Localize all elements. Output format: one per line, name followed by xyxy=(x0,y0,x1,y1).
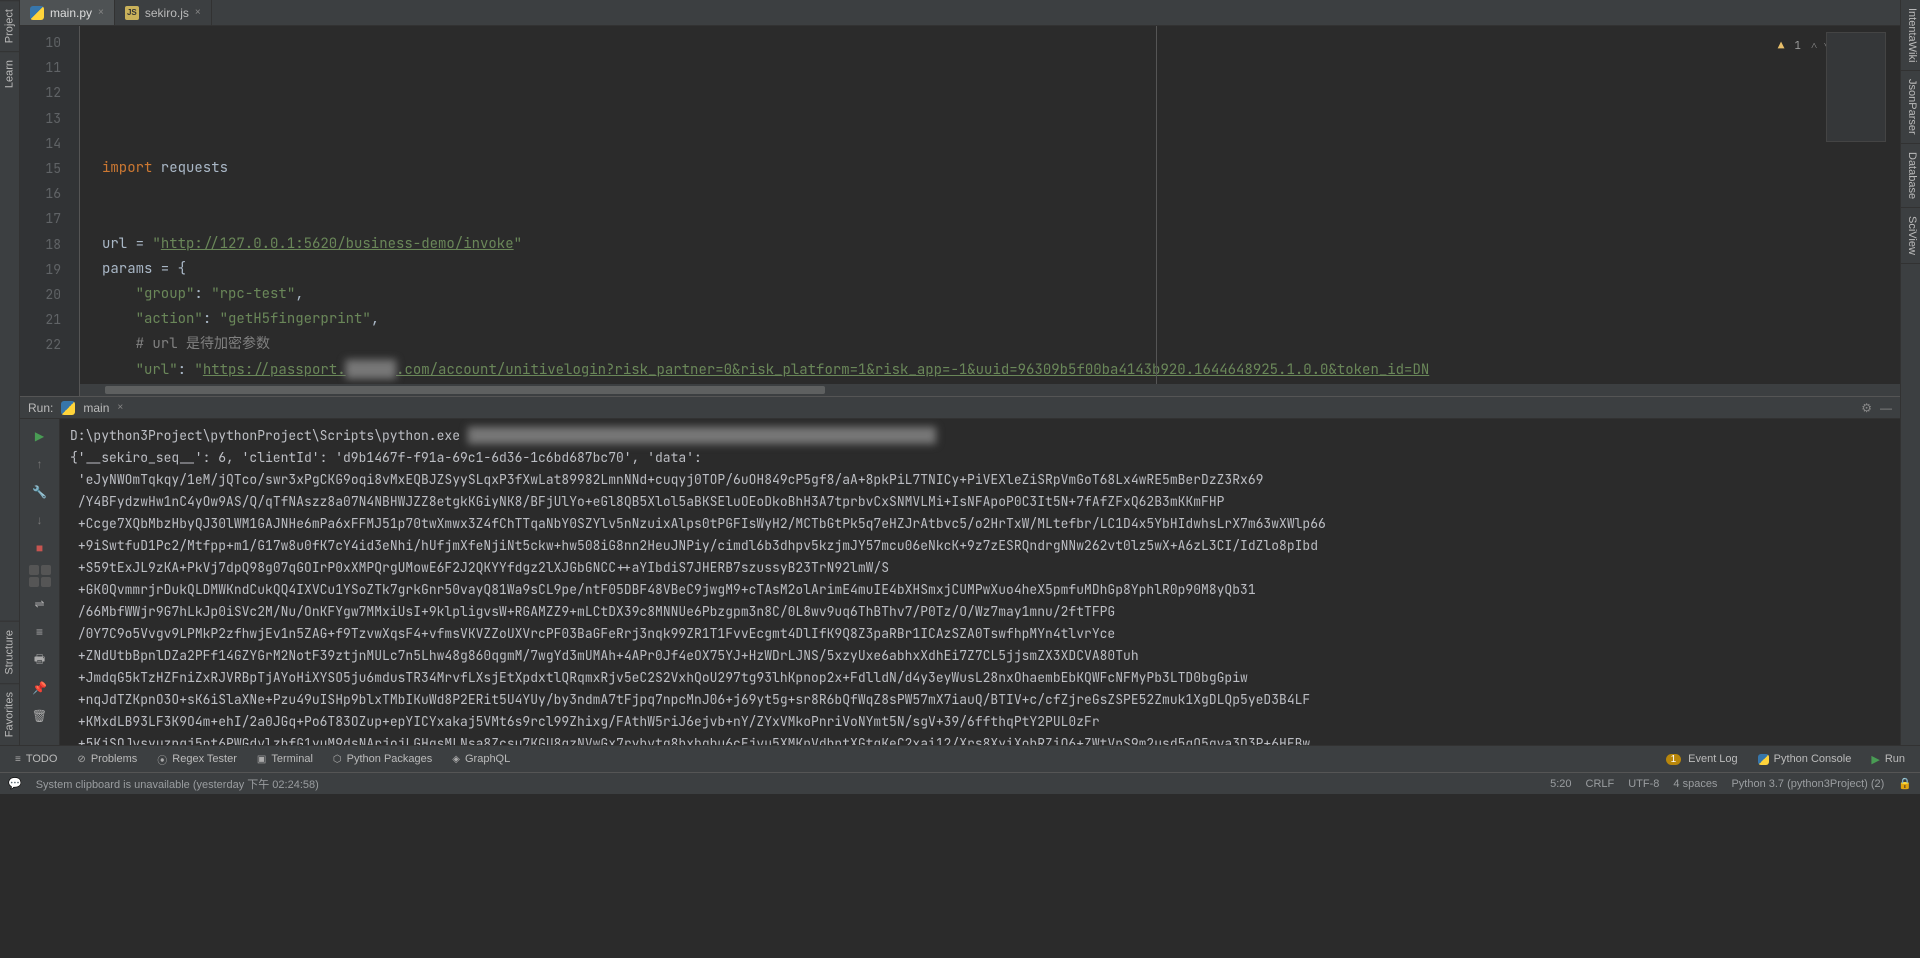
run-label: Run: xyxy=(28,401,53,415)
python-icon xyxy=(30,6,44,20)
warning-icon: ▲ xyxy=(1778,34,1785,59)
file-encoding[interactable]: UTF-8 xyxy=(1628,778,1659,790)
tool-project[interactable]: Project xyxy=(0,0,19,51)
gear-icon[interactable]: ⚙ xyxy=(1861,401,1872,415)
stop-button[interactable]: ■ xyxy=(28,537,52,559)
code-minimap[interactable] xyxy=(1826,32,1886,142)
readonly-lock-icon[interactable]: 🔒 xyxy=(1898,777,1912,790)
up-arrow-icon[interactable]: ↑ xyxy=(28,453,52,475)
editor-gutter: 10111213141516171819202122 xyxy=(20,26,80,396)
status-bar: 💬 System clipboard is unavailable (yeste… xyxy=(0,772,1920,794)
soft-wrap-button[interactable]: ⇌ xyxy=(28,593,52,615)
python-icon xyxy=(61,401,75,415)
tab-main-py[interactable]: main.py × xyxy=(20,0,115,25)
rerun-button[interactable]: ▶ xyxy=(28,425,52,447)
left-tool-sidebar: Project Learn Structure Favorites xyxy=(0,0,20,745)
right-margin-guide xyxy=(1156,26,1157,396)
clear-button[interactable]: 🗑 xyxy=(28,705,52,727)
run-toolbar: ▶ ↑ 🔧 ↓ ■ ⇌ ≡ 🖶 📌 🗑 xyxy=(20,419,60,745)
editor-area: 10111213141516171819202122 ▲ 1 ˄ ˅ impor… xyxy=(20,26,1900,396)
line-ending[interactable]: CRLF xyxy=(1586,778,1615,790)
python-icon xyxy=(1758,754,1769,765)
code-editor[interactable]: ▲ 1 ˄ ˅ import requestsurl = "http://127… xyxy=(80,26,1900,396)
down-arrow-icon[interactable]: ↓ xyxy=(28,509,52,531)
minimize-icon[interactable]: — xyxy=(1880,401,1892,415)
scroll-to-end-button[interactable]: ≡ xyxy=(28,621,52,643)
tool-wiki[interactable]: IntentaWiki xyxy=(1901,0,1920,71)
editor-tabs-bar: main.py × JS sekiro.js × xyxy=(20,0,1900,26)
horizontal-scrollbar[interactable] xyxy=(80,384,1900,396)
tool-python-console[interactable]: Python Console xyxy=(1749,746,1861,772)
python-interpreter[interactable]: Python 3.7 (python3Project) (2) xyxy=(1731,778,1884,790)
tool-problems[interactable]: ⊘Problems xyxy=(68,746,146,772)
warning-count: 1 xyxy=(1794,34,1801,59)
tool-database[interactable]: Database xyxy=(1901,144,1920,208)
tool-structure[interactable]: Structure xyxy=(0,621,19,683)
tab-sekiro-js[interactable]: JS sekiro.js × xyxy=(115,0,212,25)
tool-python-packages[interactable]: ⬡Python Packages xyxy=(324,746,441,772)
tool-learn[interactable]: Learn xyxy=(0,51,19,96)
tool-terminal[interactable]: ▣Terminal xyxy=(248,746,322,772)
tool-event-log[interactable]: 1Event Log xyxy=(1657,746,1747,772)
run-tool-window: Run: main × ⚙ — ▶ ↑ 🔧 ↓ ■ ⇌ ≡ 🖶 📌 🗑 D:\p… xyxy=(20,396,1900,745)
tool-sciview[interactable]: SciView xyxy=(1901,208,1920,264)
close-icon[interactable]: × xyxy=(98,7,104,18)
cursor-position[interactable]: 5:20 xyxy=(1550,778,1571,790)
console-output[interactable]: D:\python3Project\pythonProject\Scripts\… xyxy=(60,419,1900,745)
tab-label: main.py xyxy=(50,6,92,20)
notification-icon[interactable]: 💬 xyxy=(8,777,22,790)
layout-button[interactable] xyxy=(28,565,52,587)
print-button[interactable]: 🖶 xyxy=(28,649,52,671)
bottom-tool-bar: ≡TODO ⊘Problems ⦿Regex Tester ▣Terminal … xyxy=(0,745,1920,772)
close-icon[interactable]: × xyxy=(195,7,201,18)
scrollbar-thumb[interactable] xyxy=(105,386,825,394)
close-tab-icon[interactable]: × xyxy=(117,402,123,413)
edit-config-button[interactable]: 🔧 xyxy=(28,481,52,503)
tool-todo[interactable]: ≡TODO xyxy=(6,746,66,772)
indent-settings[interactable]: 4 spaces xyxy=(1673,778,1717,790)
tool-run[interactable]: ▶Run xyxy=(1862,746,1914,772)
js-icon: JS xyxy=(125,6,139,20)
run-header: Run: main × ⚙ — xyxy=(20,397,1900,419)
run-config-name: main xyxy=(83,401,109,415)
tool-favorites[interactable]: Favorites xyxy=(0,683,19,745)
inspection-indicators[interactable]: ▲ 1 ˄ ˅ xyxy=(1778,34,1830,59)
right-tool-sidebar: IntentaWiki JsonParser Database SciView xyxy=(1900,0,1920,745)
tool-graphql[interactable]: ◈GraphQL xyxy=(443,746,519,772)
tool-jsonparser[interactable]: JsonParser xyxy=(1901,71,1920,144)
tab-label: sekiro.js xyxy=(145,6,189,20)
pin-button[interactable]: 📌 xyxy=(28,677,52,699)
status-message: System clipboard is unavailable (yesterd… xyxy=(36,776,319,792)
tool-regex[interactable]: ⦿Regex Tester xyxy=(148,746,246,772)
